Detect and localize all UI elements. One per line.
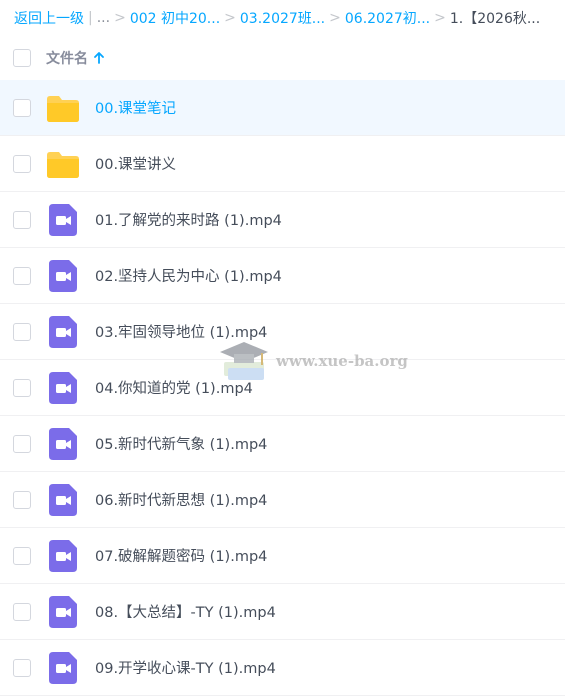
folder-icon [46,92,80,124]
breadcrumb-item[interactable]: 06.2027初... [345,8,430,28]
file-name[interactable]: 00.课堂讲义 [95,153,176,174]
file-name[interactable]: 02.坚持人民为中心 (1).mp4 [95,265,282,286]
video-file-icon [46,316,80,348]
row-checkbox[interactable] [13,491,31,509]
row-checkbox[interactable] [13,267,31,285]
list-header: 文件名 [0,36,565,80]
row-checkbox[interactable] [13,211,31,229]
video-file-icon [46,260,80,292]
file-row[interactable]: 08.【大总结】-TY (1).mp4 [0,584,565,640]
column-header-name: 文件名 [46,51,88,67]
row-checkbox[interactable] [13,603,31,621]
row-checkbox[interactable] [13,547,31,565]
breadcrumb-item[interactable]: 03.2027班... [240,8,325,28]
video-file-icon [46,652,80,684]
row-checkbox[interactable] [13,379,31,397]
video-file-icon [46,540,80,572]
file-name[interactable]: 07.破解解题密码 (1).mp4 [95,545,267,566]
file-row[interactable]: 05.新时代新气象 (1).mp4 [0,416,565,472]
back-link[interactable]: 返回上一级 [14,8,84,28]
folder-row[interactable]: 00.课堂笔记 [0,80,565,136]
sort-by-name[interactable]: 文件名 [46,48,104,68]
folder-row[interactable]: 00.课堂讲义 [0,136,565,192]
breadcrumb-divider: | [88,10,93,26]
breadcrumb-ellipsis[interactable]: ... [97,10,110,26]
file-row[interactable]: 03.牢固领导地位 (1).mp4 [0,304,565,360]
video-file-icon [46,596,80,628]
file-name[interactable]: 03.牢固领导地位 (1).mp4 [95,321,267,342]
file-name[interactable]: 08.【大总结】-TY (1).mp4 [95,601,276,622]
file-row[interactable]: 02.坚持人民为中心 (1).mp4 [0,248,565,304]
video-file-icon [46,204,80,236]
file-name[interactable]: 04.你知道的党 (1).mp4 [95,377,253,398]
file-row[interactable]: 04.你知道的党 (1).mp4 [0,360,565,416]
select-all-checkbox[interactable] [13,49,31,67]
chevron-right-icon: > [114,10,126,26]
breadcrumb-item[interactable]: 002 初中20... [130,8,220,28]
row-checkbox[interactable] [13,435,31,453]
file-name[interactable]: 00.课堂笔记 [95,97,176,118]
breadcrumb-current: 1.【2026秋... [449,11,541,27]
row-checkbox[interactable] [13,323,31,341]
file-row[interactable]: 09.开学收心课-TY (1).mp4 [0,640,565,696]
row-checkbox[interactable] [13,155,31,173]
file-list: 00.课堂笔记 00.课堂讲义 01.了解党的来时路 (1).mp4 02.坚持人民为… [0,80,565,696]
file-name[interactable]: 05.新时代新气象 (1).mp4 [95,433,267,454]
video-file-icon [46,428,80,460]
file-name[interactable]: 09.开学收心课-TY (1).mp4 [95,657,276,678]
row-checkbox[interactable] [13,659,31,677]
chevron-right-icon: > [434,10,446,26]
file-name[interactable]: 01.了解党的来时路 (1).mp4 [95,209,282,230]
breadcrumb: 返回上一级 | ... > 002 初中20... > 03.2027班... … [0,0,565,36]
sort-ascending-icon [94,52,104,64]
chevron-right-icon: > [224,10,236,26]
file-row[interactable]: 06.新时代新思想 (1).mp4 [0,472,565,528]
file-row[interactable]: 07.破解解题密码 (1).mp4 [0,528,565,584]
file-row[interactable]: 01.了解党的来时路 (1).mp4 [0,192,565,248]
chevron-right-icon: > [329,10,341,26]
video-file-icon [46,372,80,404]
row-checkbox[interactable] [13,99,31,117]
folder-icon [46,148,80,180]
file-name[interactable]: 06.新时代新思想 (1).mp4 [95,489,267,510]
video-file-icon [46,484,80,516]
